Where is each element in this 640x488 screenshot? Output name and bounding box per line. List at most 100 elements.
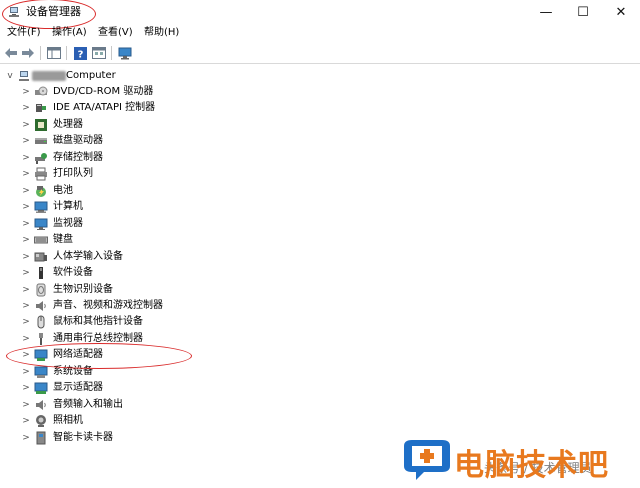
close-icon: ✕ [615, 4, 627, 20]
tree-item-camera[interactable]: > 照相机 [0, 413, 640, 429]
monitor-icon [118, 47, 132, 59]
chevron-right-icon[interactable]: > [21, 316, 31, 328]
tree-item-storage[interactable]: > 存储控制器 [0, 150, 640, 166]
title-bar: 设备管理器 — ☐ ✕ [0, 0, 640, 29]
tree-item-processor[interactable]: > 处理器 [0, 117, 640, 133]
tree-item-dvd[interactable]: > DVD/CD-ROM 驱动器 [0, 84, 640, 100]
toolbar-separator [111, 46, 112, 60]
chevron-right-icon[interactable]: > [21, 382, 31, 394]
chevron-right-icon[interactable]: > [21, 251, 31, 263]
forward-button[interactable] [20, 46, 36, 60]
tree-item-hid[interactable]: > 人体学输入设备 [0, 249, 640, 265]
menu-help[interactable]: 帮助(H) [144, 27, 179, 39]
display-adapter-icon [34, 382, 48, 394]
tree-item-biometric[interactable]: > 生物识别设备 [0, 282, 640, 298]
view-grid-icon [92, 47, 106, 59]
svg-text:?: ? [77, 49, 83, 60]
storage-controller-icon [35, 153, 47, 164]
tree-item-ide[interactable]: > IDE ATA/ATAPI 控制器 [0, 100, 640, 116]
menu-file[interactable]: 文件(F) [7, 27, 41, 39]
chevron-right-icon[interactable]: > [21, 284, 31, 296]
software-device-icon [39, 267, 43, 279]
maximize-icon: ☐ [577, 4, 589, 20]
tree-item-computer[interactable]: > 计算机 [0, 199, 640, 215]
properties-button[interactable] [46, 46, 62, 60]
hid-icon [34, 252, 47, 262]
chevron-right-icon[interactable]: > [21, 86, 31, 98]
tree-item-mouse[interactable]: > 鼠标和其他指针设备 [0, 314, 640, 330]
tree-item-display-adapter[interactable]: > 显示适配器 [0, 380, 640, 396]
chevron-right-icon[interactable]: > [21, 218, 31, 230]
usb-icon [39, 333, 43, 345]
expand-icon[interactable]: v [5, 70, 15, 82]
help-button[interactable]: ? [72, 46, 88, 60]
printer-icon [35, 167, 47, 181]
chevron-right-icon[interactable]: > [21, 152, 31, 164]
toolbar-separator [66, 46, 67, 60]
tree-item-audio-io[interactable]: > 音频输入和输出 [0, 397, 640, 413]
redacted-computer-name [32, 71, 66, 81]
smartcard-reader-icon [36, 431, 46, 445]
biometric-icon [36, 283, 46, 297]
chevron-right-icon[interactable]: > [21, 102, 31, 114]
tree-item-sound-video[interactable]: > 声音、视频和游戏控制器 [0, 298, 640, 314]
tree-item-disk[interactable]: > 磁盘驱动器 [0, 133, 640, 149]
ide-controller-icon [36, 104, 46, 112]
camera-icon [36, 415, 46, 427]
dvd-drive-icon [35, 86, 48, 96]
tree-item-keyboard[interactable]: > 键盘 [0, 232, 640, 248]
keyboard-icon [34, 236, 48, 244]
chevron-right-icon[interactable]: > [21, 234, 31, 246]
chevron-right-icon[interactable]: > [21, 333, 31, 345]
system-device-icon [34, 366, 48, 378]
view-button[interactable] [91, 46, 107, 60]
tree-item-label: 音频输入和输出 [53, 399, 123, 410]
chevron-right-icon[interactable]: > [21, 168, 31, 180]
tree-item-print-queue[interactable]: > 打印队列 [0, 166, 640, 182]
tree-item-label: 键盘 [53, 234, 73, 245]
properties-grid-icon [47, 47, 61, 59]
tree-item-label: 显示适配器 [53, 382, 103, 393]
audio-io-icon [36, 400, 46, 410]
chevron-right-icon[interactable]: > [21, 267, 31, 279]
tree-root-computer[interactable]: v Computer [0, 68, 640, 84]
chevron-right-icon[interactable]: > [21, 201, 31, 213]
chevron-right-icon[interactable]: > [21, 300, 31, 312]
chevron-right-icon[interactable]: > [21, 415, 31, 427]
tree-item-software-device[interactable]: > 软件设备 [0, 265, 640, 281]
tree-item-label: 监视器 [53, 218, 83, 229]
tree-item-battery[interactable]: > 电池 [0, 183, 640, 199]
scan-hardware-button[interactable] [117, 46, 133, 60]
chevron-right-icon[interactable]: > [21, 119, 31, 131]
device-tree: v Computer > DVD/CD-ROM 驱动器 > IDE ATA/AT… [0, 64, 640, 488]
chevron-right-icon[interactable]: > [21, 432, 31, 444]
tree-item-label: 打印队列 [53, 168, 93, 179]
tree-item-monitor[interactable]: > 监视器 [0, 216, 640, 232]
close-button[interactable]: ✕ [598, 0, 640, 24]
tree-item-label: 处理器 [53, 119, 83, 130]
minimize-icon: — [539, 4, 553, 20]
mouse-icon [37, 315, 45, 329]
back-button[interactable] [3, 46, 19, 60]
processor-icon [35, 119, 47, 131]
tree-item-label: 声音、视频和游戏控制器 [53, 300, 163, 311]
chevron-right-icon[interactable]: > [21, 366, 31, 378]
chevron-right-icon[interactable]: > [21, 135, 31, 147]
help-icon: ? [73, 46, 87, 60]
tree-item-label: IDE ATA/ATAPI 控制器 [53, 102, 156, 113]
tree-item-label: 照相机 [53, 415, 83, 426]
chevron-right-icon[interactable]: > [21, 185, 31, 197]
computer-root-icon [19, 71, 29, 81]
tree-item-label: DVD/CD-ROM 驱动器 [53, 86, 154, 97]
menu-view[interactable]: 查看(V) [98, 27, 133, 39]
monitor-icon [34, 218, 48, 230]
tree-item-label: 人体学输入设备 [53, 251, 123, 262]
toolbar: ? [0, 43, 640, 64]
menu-bar: 文件(F) 操作(A) 查看(V) 帮助(H) [0, 24, 640, 42]
tree-item-label: 生物识别设备 [53, 284, 113, 295]
battery-icon [36, 186, 46, 197]
menu-action[interactable]: 操作(A) [52, 27, 87, 39]
tree-root-label: Computer [66, 70, 116, 81]
chevron-right-icon[interactable]: > [21, 399, 31, 411]
back-arrow-icon [5, 48, 17, 58]
